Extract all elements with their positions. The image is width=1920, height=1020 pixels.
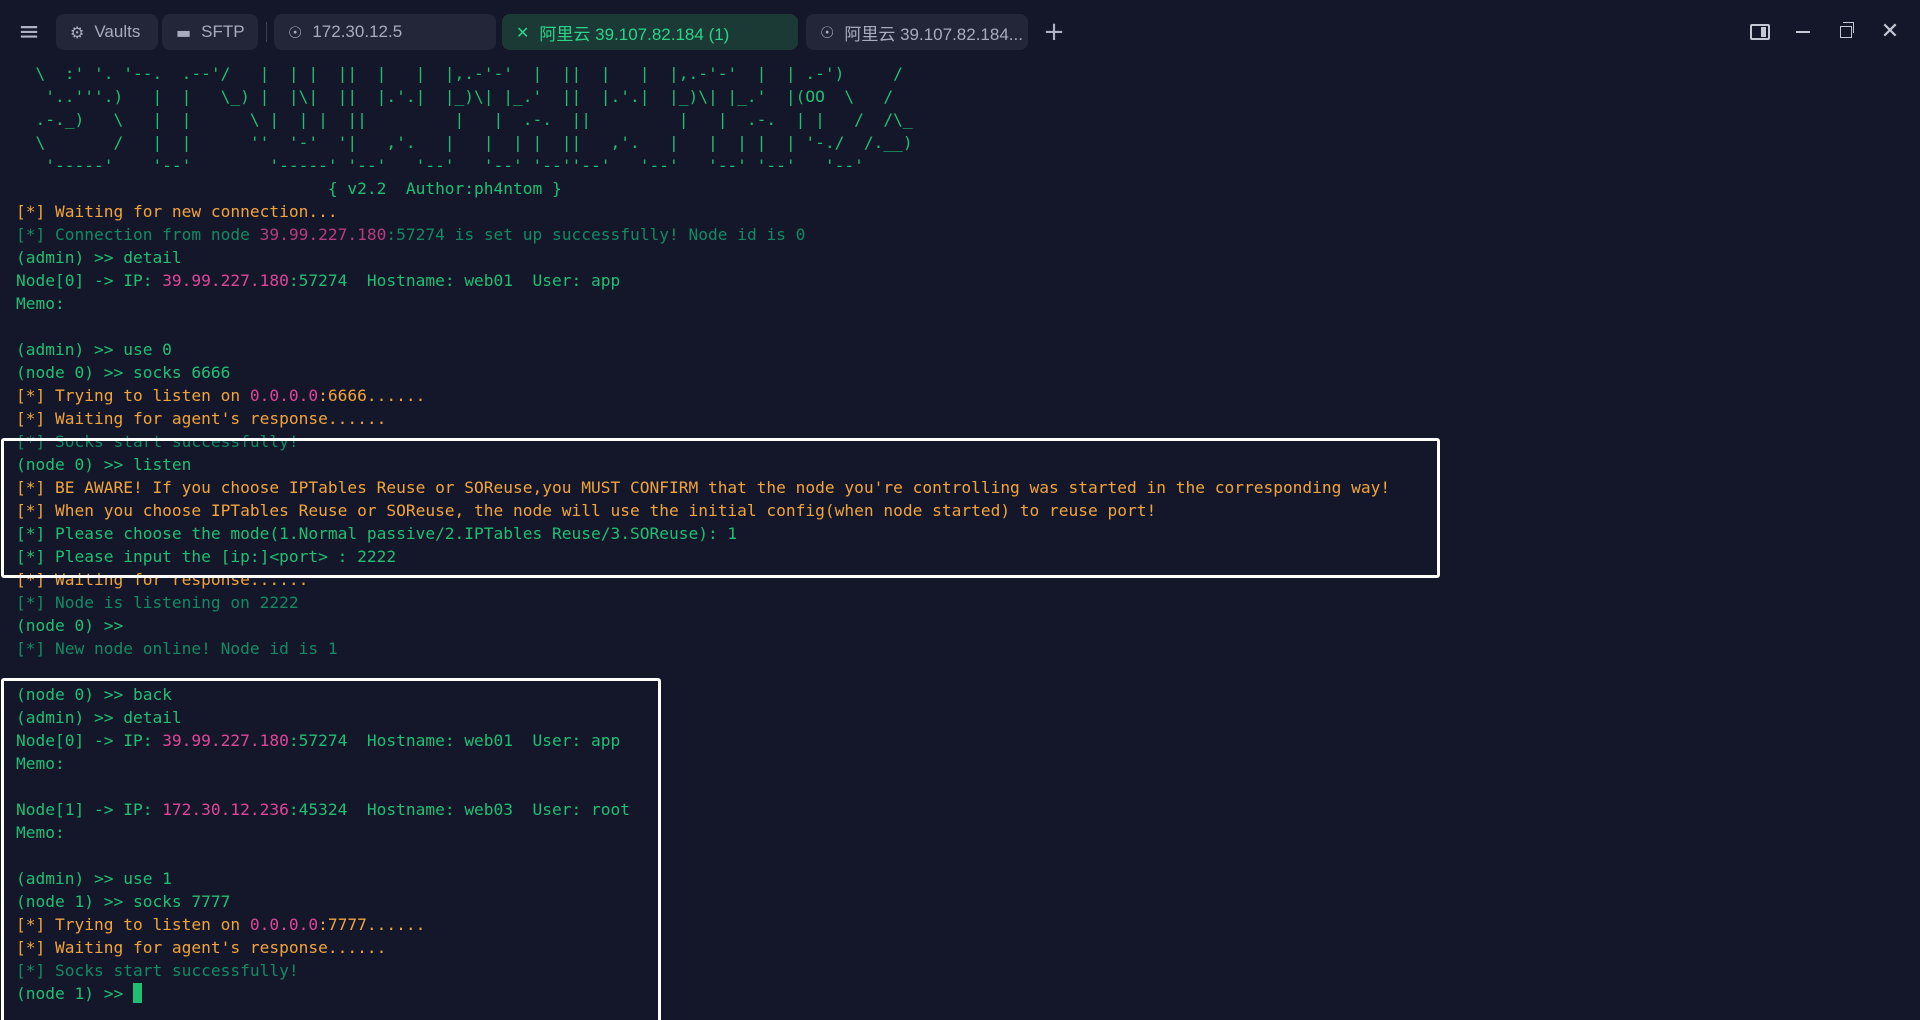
line-segment: Node[0] -> IP: [16,271,163,290]
terminal-line: Memo: [16,292,65,315]
restore-icon[interactable] [1831,18,1861,46]
highlight-box-listen [1,438,1440,578]
line-segment: [*] Node is listening on 2222 [16,593,299,612]
line-segment: (admin) >> use 0 [16,340,172,359]
terminal-line: [*] Trying to listen on 0.0.0.0:6666....… [16,384,425,407]
line-segment: [*] New node online! Node id is 1 [16,639,338,658]
tab-label: Vaults [94,22,141,41]
new-tab-plus-icon[interactable]: + [1040,17,1068,47]
line-segment: [*] Waiting for new connection... [16,202,338,221]
ascii-banner-line: \ / | | '' '-' '| ,'. | | | | || ,'. | |… [16,133,913,152]
tab-vaults[interactable]: ⚙ Vaults [56,14,158,50]
terminal-output[interactable]: \ :' '. '--. .--'/ | | | || | | |,.-'-' … [0,62,1920,1020]
line-segment: Memo: [16,294,65,313]
terminal-line: [*] Waiting for agent's response...... [16,407,386,430]
split-view-icon[interactable] [1745,18,1775,46]
highlight-box-node1 [1,678,661,1020]
window-close-icon[interactable]: ✕ [1875,18,1905,46]
line-segment: [*] Connection from node [16,225,260,244]
ascii-banner-line: .-._) \ | | \ | | | || | | .-. || | | .-… [16,110,913,129]
line-segment: :57274 is set up successfully! Node id i… [386,225,806,244]
line-segment: (node 0) >> socks 6666 [16,363,231,382]
version-line: { v2.2 Author:ph4ntom } [16,179,562,198]
close-icon[interactable]: ✕ [516,23,529,42]
line-segment: :57274 Hostname: web01 User: app [288,271,621,290]
tab-label: 阿里云 39.107.82.184... [844,24,1023,44]
line-segment: 0.0.0.0 [249,386,319,405]
terminal-line: [*] Waiting for new connection... [16,200,338,223]
tab-ssh-172-30-12-5[interactable]: ☉ 172.30.12.5 [274,14,496,50]
ascii-banner-line: '..'''.) | | \_) | |\| || |.'.| |_)\| |_… [16,87,894,106]
ascii-banner-line: '-----' '--' '-----' '--' '--' '--' '--'… [16,156,864,175]
line-segment: 39.99.227.180 [259,225,387,244]
terminal-line: (node 0) >> [16,614,123,637]
line-segment: 39.99.227.180 [162,271,289,290]
tab-aliyun-active[interactable]: ✕ 阿里云 39.107.82.184 (1) [502,14,798,50]
tab-aliyun-2[interactable]: ☉ 阿里云 39.107.82.184... [806,14,1028,50]
terminal-line: (admin) >> detail [16,246,182,269]
line-segment: [*] Trying to listen on [16,386,250,405]
terminal-line: [*] New node online! Node id is 1 [16,637,338,660]
minimize-icon[interactable] [1788,18,1818,46]
tab-divider [266,22,267,42]
title-bar: ≡ ⚙ Vaults ▬ SFTP ☉ 172.30.12.5 ✕ 阿里云 39… [0,0,1920,64]
line-segment: :6666...... [318,386,426,405]
tab-label: SFTP [201,22,245,41]
line-segment: (node 0) >> [16,616,124,635]
ascii-banner-line: \ :' '. '--. .--'/ | | | || | | |,.-'-' … [16,64,903,83]
tab-sftp[interactable]: ▬ SFTP [162,14,258,50]
line-segment: [*] Waiting for agent's response...... [16,409,387,428]
terminal-line: [*] Connection from node 39.99.227.180:5… [16,223,805,246]
terminal-line: Node[0] -> IP: 39.99.227.180:57274 Hostn… [16,269,620,292]
line-segment: (admin) >> detail [16,248,182,267]
terminal-line: (admin) >> use 0 [16,338,172,361]
terminal-line: (node 0) >> socks 6666 [16,361,230,384]
terminal-line: [*] Node is listening on 2222 [16,591,299,614]
hamburger-menu-icon[interactable]: ≡ [14,17,44,47]
linux-icon: ☉ [820,22,835,42]
folder-icon: ▬ [176,22,192,42]
vault-icon: ⚙ [70,22,85,42]
linux-icon: ☉ [288,22,303,42]
tab-label: 172.30.12.5 [312,22,403,41]
tab-label: 阿里云 39.107.82.184 (1) [539,24,730,44]
